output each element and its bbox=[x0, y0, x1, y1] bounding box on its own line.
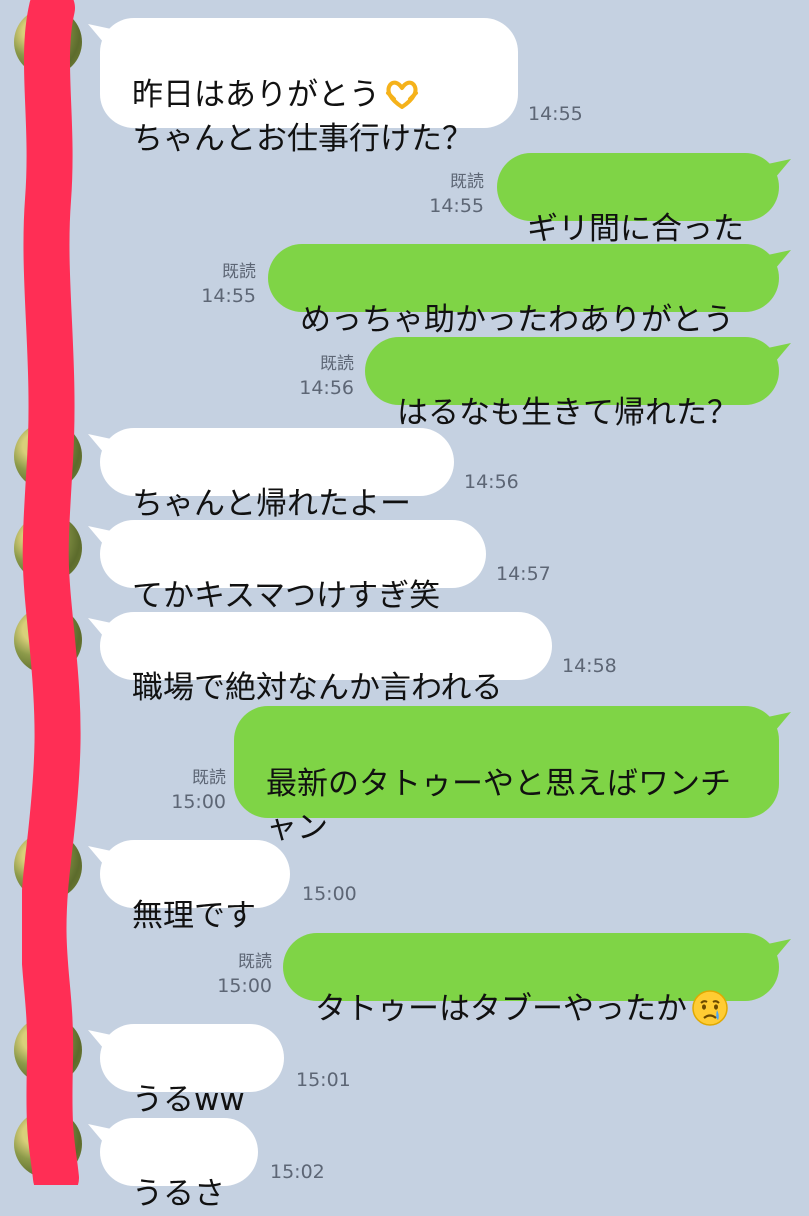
avatar[interactable] bbox=[14, 422, 82, 490]
message-meta: 15:00 bbox=[302, 882, 357, 906]
message-bubble-incoming[interactable]: 無理です bbox=[100, 840, 290, 934]
avatar[interactable] bbox=[14, 606, 82, 674]
message-meta: 15:01 bbox=[296, 1068, 351, 1092]
timestamp: 14:58 bbox=[562, 655, 617, 677]
timestamp: 14:56 bbox=[464, 471, 519, 493]
message-bubble-incoming[interactable]: うるww bbox=[100, 1024, 284, 1118]
read-receipt: 既読 bbox=[450, 172, 484, 192]
message-bubble-outgoing[interactable]: タトゥーはタブーやったか bbox=[283, 933, 779, 1027]
read-receipt: 既読 bbox=[320, 354, 354, 374]
read-receipt: 既読 bbox=[238, 952, 272, 972]
message-bubble-outgoing[interactable]: 最新のタトゥーやと思えばワンチャン bbox=[234, 706, 779, 846]
message-text: 昨日はありがとう bbox=[132, 77, 380, 113]
message-text: 職場で絶対なんか言われる bbox=[132, 670, 503, 706]
message-meta: 既読 14:56 bbox=[288, 352, 354, 400]
message-bubble-outgoing[interactable]: はるなも生きて帰れた？ bbox=[365, 337, 779, 431]
message-text: はるなも生きて帰れた？ bbox=[397, 395, 738, 431]
message-meta: 既読 15:00 bbox=[160, 766, 226, 814]
timestamp: 14:55 bbox=[528, 103, 583, 125]
message-text: 最新のタトゥーやと思えばワンチャン bbox=[266, 766, 731, 846]
message-meta: 既読 14:55 bbox=[190, 260, 256, 308]
message-meta: 14:57 bbox=[496, 562, 551, 586]
avatar[interactable] bbox=[14, 832, 82, 900]
message-text: ギリ間に合った bbox=[527, 211, 744, 247]
redaction-mark bbox=[22, 0, 81, 1185]
avatar[interactable] bbox=[14, 8, 82, 76]
avatar[interactable] bbox=[14, 1110, 82, 1178]
timestamp: 14:55 bbox=[429, 195, 484, 217]
timestamp: 14:56 bbox=[299, 377, 354, 399]
timestamp: 15:00 bbox=[302, 883, 357, 905]
message-bubble-outgoing[interactable]: めっちゃ助かったわありがとう bbox=[268, 244, 779, 338]
timestamp: 14:57 bbox=[496, 563, 551, 585]
avatar[interactable] bbox=[14, 514, 82, 582]
message-text: めっちゃ助かったわありがとう bbox=[300, 302, 734, 338]
message-text-line2: ちゃんとお仕事行けた？ bbox=[132, 121, 473, 157]
message-text: 無理です bbox=[132, 898, 256, 934]
message-bubble-incoming[interactable]: 昨日はありがとうちゃんとお仕事行けた？ bbox=[100, 18, 518, 157]
message-text: タトゥーはタブーやったか bbox=[315, 991, 687, 1027]
read-receipt: 既読 bbox=[222, 262, 256, 282]
timestamp: 15:01 bbox=[296, 1069, 351, 1091]
crying-face-emoji-icon bbox=[691, 989, 729, 1027]
timestamp: 15:02 bbox=[270, 1161, 325, 1183]
message-meta: 14:58 bbox=[562, 654, 617, 678]
message-meta: 14:56 bbox=[464, 470, 519, 494]
message-meta: 15:02 bbox=[270, 1160, 325, 1184]
chat-thread[interactable]: 昨日はありがとうちゃんとお仕事行けた？ 14:55 既読 14:55 ギリ間に合… bbox=[0, 0, 809, 1212]
message-bubble-incoming[interactable]: ちゃんと帰れたよー bbox=[100, 428, 454, 522]
message-bubble-incoming[interactable]: 職場で絶対なんか言われる bbox=[100, 612, 552, 706]
message-meta: 既読 14:55 bbox=[418, 170, 484, 218]
message-bubble-incoming[interactable]: うるさ bbox=[100, 1118, 258, 1212]
message-meta: 14:55 bbox=[528, 102, 583, 126]
message-text: うるww bbox=[132, 1082, 245, 1118]
timestamp: 15:00 bbox=[217, 975, 272, 997]
heart-hands-emoji-icon bbox=[384, 77, 420, 109]
message-bubble-incoming[interactable]: てかキスマつけすぎ笑 bbox=[100, 520, 486, 614]
read-receipt: 既読 bbox=[192, 768, 226, 788]
message-text: ちゃんと帰れたよー bbox=[132, 486, 411, 522]
timestamp: 15:00 bbox=[171, 791, 226, 813]
message-meta: 既読 15:00 bbox=[206, 950, 272, 998]
timestamp: 14:55 bbox=[201, 285, 256, 307]
message-bubble-outgoing[interactable]: ギリ間に合った bbox=[497, 153, 779, 247]
message-text: うるさ bbox=[132, 1176, 225, 1212]
avatar[interactable] bbox=[14, 1016, 82, 1084]
message-text: てかキスマつけすぎ笑 bbox=[132, 578, 441, 614]
